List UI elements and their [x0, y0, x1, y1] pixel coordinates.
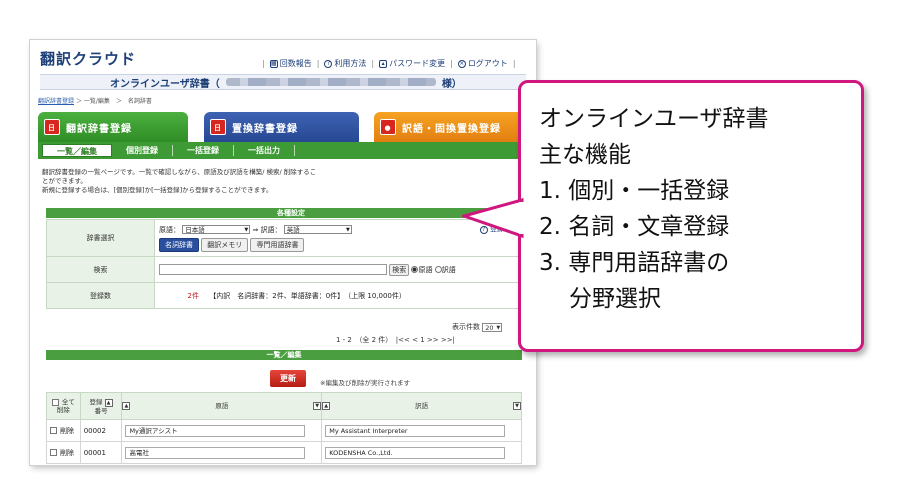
sort-icon[interactable]: ▼ — [513, 402, 521, 410]
callout-pointer — [462, 198, 524, 239]
dictionary-icon: 日 — [210, 119, 226, 135]
grid-icon: ▦ — [269, 59, 278, 68]
per-page-select[interactable]: 20 — [482, 322, 503, 332]
table-row: 削除 00002 My通訳アシスト My Assistant Interpret… — [46, 419, 522, 442]
terminology-dictionary-button[interactable]: 専門用語辞書 — [250, 237, 305, 252]
breadcrumb-home-link[interactable]: 翻訳辞書登録 — [38, 98, 74, 105]
reg-number: 00002 — [79, 419, 123, 442]
delete-checkbox[interactable] — [50, 427, 57, 434]
target-input[interactable]: KODENSHA Co.,Ltd. — [325, 446, 506, 459]
close-icon: × — [457, 59, 466, 68]
sort-icon[interactable]: ▲ — [322, 402, 331, 410]
sub-navigation: 一覧／編集 個別登録 一括登録 一括出力 — [38, 142, 536, 159]
target-input[interactable]: My Assistant Interpreter — [325, 424, 506, 437]
per-page: 表示件数 20 — [452, 322, 503, 332]
all-delete-header: 全て 削除 — [46, 392, 81, 420]
count-detail: 【内訳 名詞辞書：2件、単語辞書：0件】 （上限 10,000件） — [209, 291, 406, 300]
update-button[interactable]: 更新 — [270, 370, 306, 387]
blurred-username — [225, 78, 436, 86]
password-link[interactable]: ▴ パスワード変更 — [379, 58, 445, 69]
list-header: 一覧／編集 — [46, 350, 522, 360]
usage-link[interactable]: ? 利用方法 — [324, 58, 366, 69]
tab-replace-dictionary[interactable]: 日 置換辞書登録 — [204, 112, 359, 142]
tab-translation-dictionary[interactable]: 日 翻訳辞書登録 — [38, 112, 188, 142]
app-logo: 翻訳クラウド — [40, 50, 137, 68]
breadcrumb: 翻訳辞書登録 ＞ 一覧/編集 ＞ 名詞辞書 — [38, 98, 152, 105]
user-bar: オンラインユーザ辞書（ 様） — [40, 74, 526, 90]
dictionary-icon: 日 — [44, 119, 60, 135]
delete-checkbox[interactable] — [50, 449, 57, 456]
radio-target[interactable] — [434, 266, 442, 273]
feature-callout: オンラインユーザ辞書 主な機能 1. 個別・一括登録 2. 名詞・文章登録 3.… — [518, 80, 864, 352]
top-links: | ▦ 回数報告 | ? 利用方法 | ▴ パスワード変更 | × ログアウト | — [262, 58, 516, 69]
lock-icon: ▴ — [379, 59, 388, 68]
reg-number: 00001 — [79, 441, 123, 464]
page-description: 翻訳辞書登録の一覧ページです。一覧で確認しながら、原語及び訳語を構築/ 検索/ … — [42, 168, 317, 194]
count-value: 2件 — [187, 291, 199, 300]
question-icon: ? — [324, 59, 333, 68]
arrow-right-icon: ⇒ — [252, 225, 261, 234]
breadcrumb-rest: 一覧/編集 ＞ 名詞辞書 — [83, 98, 152, 105]
source-input[interactable]: My通訳アシスト — [125, 424, 306, 437]
source-header: ▲ 原語 ▼ — [121, 392, 323, 420]
pagination[interactable]: 1 - 2 （全 2 件） |<< < 1 >> >>| — [336, 335, 455, 345]
source-language-select[interactable]: 日本語 — [182, 225, 251, 234]
person-icon: ● — [380, 119, 396, 135]
callout-text: オンラインユーザ辞書 主な機能 1. 個別・一括登録 2. 名詞・文章登録 3.… — [539, 106, 769, 312]
search-input[interactable] — [159, 264, 387, 275]
user-bar-suffix: 様） — [441, 78, 462, 90]
subnav-list-edit[interactable]: 一覧／編集 — [42, 144, 112, 157]
target-language-select[interactable]: 英語 — [283, 225, 352, 234]
table-row: 削除 00001 高電社 KODENSHA Co.,Ltd. — [46, 441, 522, 464]
sort-icon[interactable]: ▼ — [313, 402, 322, 410]
subnav-individual[interactable]: 個別登録 — [112, 145, 173, 156]
target-header: ▲ 訳語 ▼ — [321, 392, 522, 420]
dict-select-label: 辞書選択 — [46, 219, 155, 257]
user-bar-prefix: オンラインユーザ辞書（ — [110, 78, 220, 90]
search-label: 検索 — [46, 256, 155, 283]
noun-dictionary-button[interactable]: 名詞辞書 — [159, 237, 199, 252]
entries-table: 全て 削除 登録 ▲ 番号 ▲ 原語 ▼ ▲ 訳語 ▼ 削除 00002 My通訳ア… — [46, 392, 522, 464]
search-button[interactable]: 検索 — [389, 263, 410, 276]
sort-icon[interactable]: ▲ — [122, 402, 131, 410]
logout-link[interactable]: × ログアウト — [457, 58, 508, 69]
subnav-export[interactable]: 一括出力 — [234, 145, 295, 156]
report-link[interactable]: ▦ 回数報告 — [269, 58, 312, 69]
count-label: 登録数 — [46, 282, 155, 309]
update-note: ※編集及び削除が実行されます — [320, 379, 410, 387]
header: 翻訳クラウド | ▦ 回数報告 | ? 利用方法 | ▴ パスワード変更 | × ログア… — [30, 40, 536, 100]
select-all-checkbox[interactable] — [51, 398, 59, 406]
main-tabs: 日 翻訳辞書登録 日 置換辞書登録 ● 訳語・固換置換登録 — [38, 112, 544, 142]
reg-no-header: 登録 ▲ 番号 — [79, 392, 123, 420]
sort-icon[interactable]: ▲ — [104, 398, 113, 407]
subnav-bulk[interactable]: 一括登録 — [173, 145, 234, 156]
translation-memory-button[interactable]: 翻訳メモリ — [201, 237, 249, 252]
source-input[interactable]: 高電社 — [125, 446, 306, 459]
